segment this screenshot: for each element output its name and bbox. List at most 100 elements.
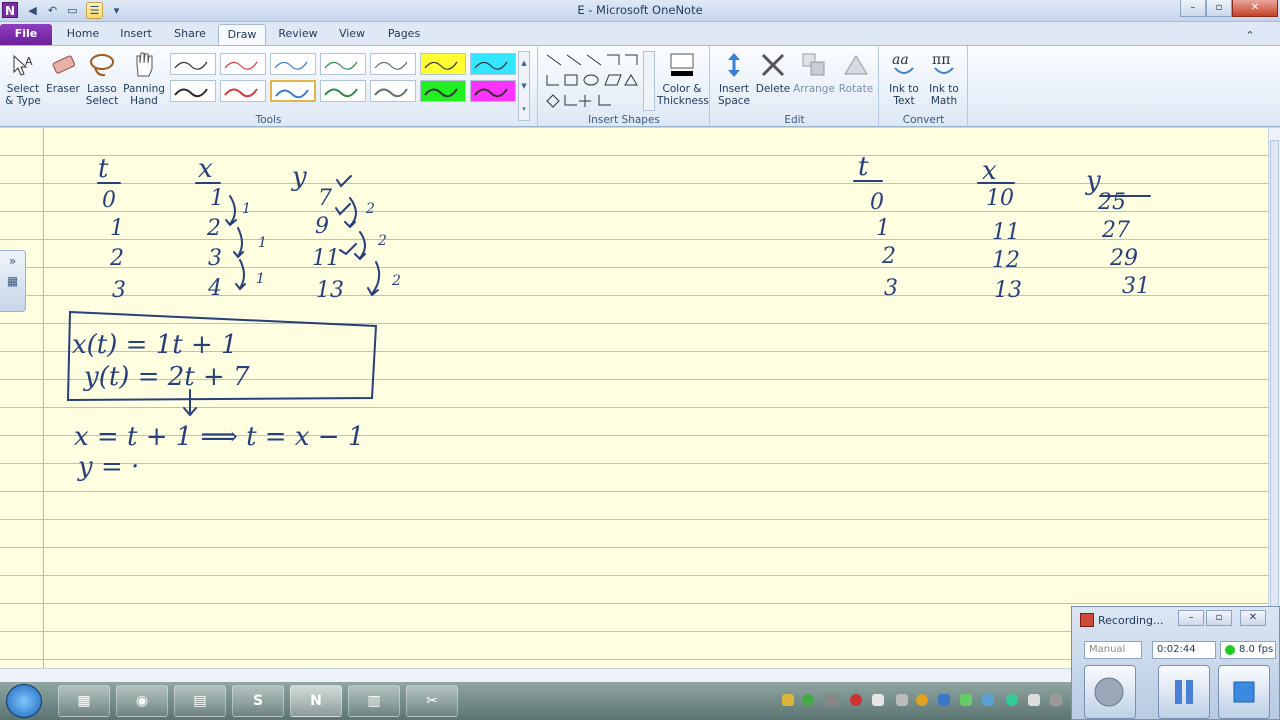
pen-gallery-scroll[interactable]: ▲ ▼ ▾ <box>518 51 530 121</box>
record-disc-icon <box>1094 677 1124 707</box>
pen-swatch-7[interactable] <box>470 53 516 75</box>
pen-swatch-4[interactable] <box>320 53 366 75</box>
maximize-button[interactable]: ▫ <box>1206 0 1232 17</box>
pen-swatch-6[interactable] <box>420 53 466 75</box>
vertical-scrollbar[interactable] <box>1268 128 1280 668</box>
pen-swatch-10[interactable] <box>270 80 316 102</box>
svg-text:A: A <box>25 55 33 68</box>
expand-navigation-tab[interactable]: » ▦ <box>0 250 26 312</box>
tray-security-icon[interactable] <box>1006 694 1018 706</box>
pen-stroke-icon <box>174 61 208 70</box>
color-thickness-button[interactable]: Color & Thickness <box>657 50 709 107</box>
pen-stroke-icon <box>324 61 358 70</box>
tab-file[interactable]: File <box>0 24 52 45</box>
tray-bluetooth-icon[interactable] <box>938 694 950 706</box>
select-type-button[interactable]: A Select & Type <box>4 50 42 107</box>
title-bar: N ◀ ↶ ▭ ☰ ▾ E - Microsoft OneNote – ▫ ✕ <box>0 0 1280 22</box>
onenote-taskbar-icon[interactable]: N <box>290 685 342 717</box>
tray-sync-icon[interactable] <box>802 694 814 706</box>
tray-display-icon[interactable] <box>1028 694 1040 706</box>
pen-swatch-2[interactable] <box>220 53 266 75</box>
tray-misc-icon[interactable] <box>1050 694 1062 706</box>
pen-stroke-icon <box>224 88 258 98</box>
recorder-title: Recording... <box>1098 614 1164 627</box>
tray-norton-icon[interactable] <box>782 694 794 706</box>
equation-y-of-t: y(t) = 2t + 7 <box>84 362 250 392</box>
tab-view[interactable]: View <box>332 24 372 45</box>
tab-share[interactable]: Share <box>168 24 212 45</box>
rotate-button[interactable]: Rotate <box>837 50 875 95</box>
recorder-fps: 8.0 fps <box>1220 641 1276 659</box>
pen-swatch-3[interactable] <box>270 53 316 75</box>
note-page[interactable]: t x y 0 1 7 1 2 9 2 3 11 3 4 13 1 1 1 2 … <box>0 128 1268 668</box>
delete-x-icon <box>761 53 785 77</box>
recorder-record-button[interactable] <box>1084 665 1136 719</box>
tray-app-icon[interactable] <box>826 694 838 706</box>
chrome-icon[interactable]: ◉ <box>116 685 168 717</box>
pen-swatch-11[interactable] <box>320 80 366 102</box>
pen-swatch-14[interactable] <box>470 80 516 102</box>
tab-review[interactable]: Review <box>274 24 322 45</box>
ink-to-math-button[interactable]: ππ Ink to Math <box>924 50 964 107</box>
stop-icon <box>1233 681 1255 703</box>
tab-insert[interactable]: Insert <box>114 24 158 45</box>
close-button[interactable]: ✕ <box>1232 0 1278 17</box>
skype-icon[interactable]: S <box>232 685 284 717</box>
ink-to-text-icon: aa <box>892 52 914 74</box>
delete-button[interactable]: Delete <box>755 50 791 95</box>
edit-group-label: Edit <box>784 114 805 126</box>
pen-stroke-icon <box>274 61 308 70</box>
calculator-icon[interactable]: ▥ <box>348 685 400 717</box>
tools-group: A Select & Type Eraser Lasso Select Pann… <box>0 46 538 127</box>
pen-swatch-12[interactable] <box>370 80 416 102</box>
minimize-button[interactable]: – <box>1180 0 1206 17</box>
pen-swatch-1[interactable] <box>170 53 216 75</box>
tools-group-label: Tools <box>255 114 282 126</box>
collapse-ribbon-icon[interactable]: ⌃ <box>1240 26 1260 47</box>
pen-swatch-9[interactable] <box>220 80 266 102</box>
pen-swatch-8[interactable] <box>170 80 216 102</box>
network-icon[interactable] <box>896 694 908 706</box>
recorder-close-button[interactable]: ✕ <box>1240 610 1266 626</box>
select-type-icon: A <box>13 54 33 76</box>
pen-swatch-13[interactable] <box>420 80 466 102</box>
start-button[interactable] <box>6 684 42 718</box>
insert-space-button[interactable]: Insert Space <box>715 50 753 107</box>
pen-stroke-icon <box>424 61 458 70</box>
tab-home[interactable]: Home <box>62 24 104 45</box>
tray-flag-icon[interactable] <box>916 694 928 706</box>
arrange-button[interactable]: Arrange <box>793 50 835 95</box>
recorder-stop-button[interactable] <box>1218 665 1270 719</box>
convert-group-label: Convert <box>902 114 945 126</box>
notepad-icon[interactable]: ▤ <box>174 685 226 717</box>
tray-update-icon[interactable] <box>982 694 994 706</box>
recorder-minimize-button[interactable]: – <box>1178 610 1204 626</box>
snipping-tool-icon[interactable]: ✂ <box>406 685 458 717</box>
pause-icon <box>1175 680 1193 704</box>
calculator-app-icon[interactable]: ▦ <box>58 685 110 717</box>
tray-battery-icon[interactable] <box>960 694 972 706</box>
lasso-select-button[interactable]: Lasso Select <box>83 50 121 107</box>
volume-icon[interactable] <box>872 694 884 706</box>
insert-space-icon <box>728 53 740 77</box>
derivation-line-2: y = · <box>78 452 140 482</box>
tray-record-icon[interactable] <box>850 694 862 706</box>
vertical-scroll-thumb[interactable] <box>1270 140 1279 640</box>
tab-draw[interactable]: Draw <box>218 24 266 45</box>
eraser-button[interactable]: Eraser <box>44 50 82 95</box>
insert-shapes-group: Color & Thickness Insert Shapes <box>539 46 710 127</box>
pen-stroke-icon <box>474 61 508 70</box>
tab-pages[interactable]: Pages <box>382 24 426 45</box>
recorder-mode-select[interactable]: Manual <box>1084 641 1142 659</box>
pen-stroke-icon <box>324 88 358 98</box>
panning-hand-button[interactable]: Panning Hand <box>122 50 166 107</box>
recorder-maximize-button[interactable]: ▫ <box>1206 610 1232 626</box>
shapes-gallery-icon[interactable] <box>543 51 643 111</box>
pen-stroke-icon <box>275 89 309 99</box>
recorder-pause-button[interactable] <box>1158 665 1210 719</box>
ink-to-math-icon: ππ <box>932 52 954 74</box>
recording-widget: Recording... – ▫ ✕ Manual 0:02:44 8.0 fp… <box>1071 606 1280 720</box>
ink-to-text-button[interactable]: aa Ink to Text <box>884 50 924 107</box>
pen-swatch-5[interactable] <box>370 53 416 75</box>
shapes-gallery-scroll[interactable] <box>643 51 655 111</box>
